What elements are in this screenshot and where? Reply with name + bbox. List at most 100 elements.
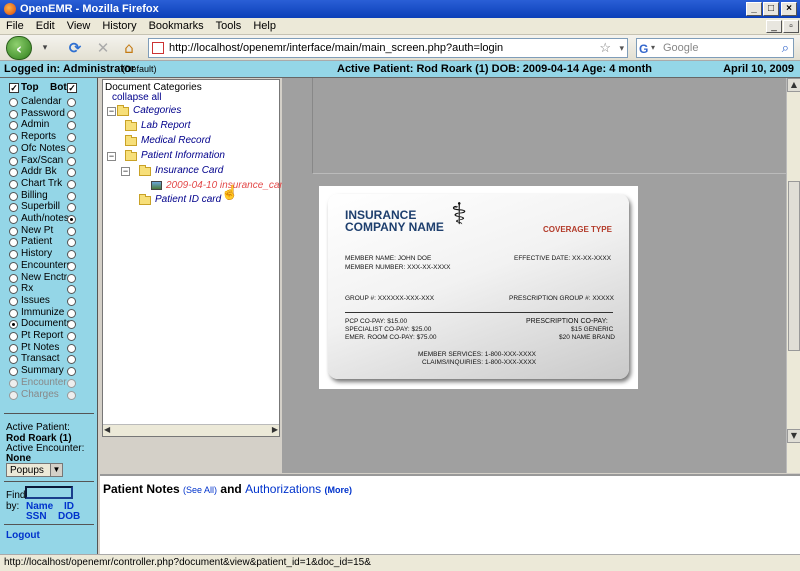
engine-dropdown-icon[interactable]: ▾ xyxy=(651,39,655,57)
home-button[interactable]: ⌂ xyxy=(118,37,140,59)
nav-top-radio[interactable] xyxy=(9,238,18,248)
nav-item-new-pt[interactable]: New Pt xyxy=(0,225,96,237)
nav-bot-radio[interactable] xyxy=(67,133,76,143)
maximize-button[interactable]: □ xyxy=(763,2,779,16)
nav-item-label[interactable]: Patient xyxy=(21,236,52,248)
nav-bot-radio[interactable] xyxy=(67,98,76,107)
menu-help[interactable]: Help xyxy=(247,18,282,35)
nav-item-issues[interactable]: Issues xyxy=(0,295,96,307)
nav-item-billing[interactable]: Billing xyxy=(0,190,96,202)
nav-bot-radio[interactable] xyxy=(67,179,76,189)
nav-bot-radio[interactable] xyxy=(67,168,76,178)
nav-bot-radio[interactable] xyxy=(67,215,76,224)
collapse-all-link[interactable]: collapse all xyxy=(112,92,161,103)
nav-item-label[interactable]: Documents xyxy=(21,318,72,330)
nav-item-label[interactable]: History xyxy=(21,248,52,260)
minimize-button[interactable]: _ xyxy=(746,2,762,16)
find-input[interactable] xyxy=(25,486,73,499)
nav-top-radio[interactable] xyxy=(9,203,18,213)
nav-bot-radio[interactable] xyxy=(67,332,76,341)
nav-item-label[interactable]: Reports xyxy=(21,131,56,143)
nav-item-documents[interactable]: Documents xyxy=(0,318,96,330)
search-input[interactable]: G ▾ Google ⌕ xyxy=(636,38,794,58)
nav-item-label[interactable]: Summary xyxy=(21,365,64,377)
nav-item-reports[interactable]: Reports xyxy=(0,131,96,143)
nav-top-radio[interactable] xyxy=(9,226,18,236)
nav-top-radio[interactable] xyxy=(9,320,18,330)
bot-checkbox[interactable]: ✓ xyxy=(67,83,77,93)
nav-item-label[interactable]: Chart Trk xyxy=(21,178,62,190)
nav-item-pt-report[interactable]: Pt Report xyxy=(0,330,96,342)
nav-item-superbill[interactable]: Superbill xyxy=(0,201,96,213)
scroll-right-icon[interactable]: ▶ xyxy=(272,425,278,434)
nav-item-new-enctr[interactable]: New Enctr xyxy=(0,272,96,284)
nav-item-label[interactable]: Issues xyxy=(21,295,50,307)
tree-node-medical-record[interactable]: Medical Record xyxy=(141,135,210,146)
find-by-ssn-link[interactable]: SSN xyxy=(26,511,47,522)
insurance-card-expander-icon[interactable]: − xyxy=(121,167,130,176)
nav-top-radio[interactable] xyxy=(9,168,18,178)
bookmark-star-icon[interactable]: ☆ xyxy=(599,39,611,57)
scroll-down-icon[interactable]: ▼ xyxy=(787,429,800,443)
nav-item-label[interactable]: Billing xyxy=(21,190,48,202)
nav-item-label[interactable]: Superbill xyxy=(21,201,60,213)
nav-top-radio[interactable] xyxy=(9,215,18,224)
close-window-button[interactable]: × xyxy=(781,2,797,16)
nav-item-auth-notes[interactable]: Auth/notes xyxy=(0,213,96,225)
search-icon[interactable]: ⌕ xyxy=(782,39,789,57)
nav-item-ofc-notes[interactable]: Ofc Notes xyxy=(0,143,96,155)
nav-item-chart-trk[interactable]: Chart Trk xyxy=(0,178,96,190)
patient-info-expander-icon[interactable]: − xyxy=(107,152,116,161)
nav-bot-radio[interactable] xyxy=(67,285,76,295)
nav-top-radio[interactable] xyxy=(9,332,18,341)
nav-item-pt-notes[interactable]: Pt Notes xyxy=(0,342,96,354)
scroll-up-icon[interactable]: ▲ xyxy=(787,78,800,92)
tab-minimize-icon[interactable]: _ xyxy=(766,20,782,33)
nav-top-radio[interactable] xyxy=(9,367,18,377)
nav-bot-radio[interactable] xyxy=(67,261,76,271)
scroll-left-icon[interactable]: ◀ xyxy=(104,425,110,434)
history-dropdown-icon[interactable]: ▾ xyxy=(34,37,56,59)
nav-top-radio[interactable] xyxy=(9,378,18,388)
tree-node-patient-id-card[interactable]: Patient ID card xyxy=(155,194,221,205)
nav-top-radio[interactable] xyxy=(9,98,18,107)
nav-bot-radio[interactable] xyxy=(67,343,76,353)
nav-item-label[interactable]: Pt Report xyxy=(21,330,63,342)
nav-item-label[interactable]: Admin xyxy=(21,119,49,131)
nav-bot-radio[interactable] xyxy=(67,308,76,318)
nav-top-radio[interactable] xyxy=(9,121,18,131)
reload-button[interactable]: ⟳ xyxy=(64,37,86,59)
nav-item-addr-bk[interactable]: Addr Bk xyxy=(0,166,96,178)
tree-node-lab-report[interactable]: Lab Report xyxy=(141,120,190,131)
nav-item-rx[interactable]: Rx xyxy=(0,283,96,295)
nav-item-patient[interactable]: Patient xyxy=(0,236,96,248)
nav-item-label[interactable]: New Pt xyxy=(21,225,53,237)
tree-node-patient-information[interactable]: Patient Information xyxy=(141,150,225,161)
nav-top-radio[interactable] xyxy=(9,273,18,283)
menu-bookmarks[interactable]: Bookmarks xyxy=(143,18,210,35)
nav-bot-radio[interactable] xyxy=(67,250,76,260)
nav-bot-radio[interactable] xyxy=(67,203,76,213)
nav-item-label[interactable]: Pt Notes xyxy=(21,342,59,354)
nav-item-immunize[interactable]: Immunize xyxy=(0,307,96,319)
nav-item-label[interactable]: Fax/Scan xyxy=(21,155,63,167)
nav-item-fax-scan[interactable]: Fax/Scan xyxy=(0,155,96,167)
nav-item-label[interactable]: New Enctr xyxy=(21,272,67,284)
nav-top-radio[interactable] xyxy=(9,133,18,143)
nav-top-radio[interactable] xyxy=(9,144,18,154)
menu-view[interactable]: View xyxy=(61,18,97,35)
nav-top-radio[interactable] xyxy=(9,285,18,295)
stop-button[interactable]: ✕ xyxy=(92,37,114,59)
nav-bot-radio[interactable] xyxy=(67,273,76,283)
nav-item-calendar[interactable]: Calendar xyxy=(0,96,96,108)
nav-item-label[interactable]: Password xyxy=(21,108,65,120)
nav-item-label[interactable]: Charges xyxy=(21,389,59,401)
nav-item-encounter[interactable]: Encounter xyxy=(0,377,96,389)
horizontal-scrollbar[interactable]: ◀ ▶ xyxy=(103,424,279,436)
nav-item-admin[interactable]: Admin xyxy=(0,119,96,131)
nav-top-radio[interactable] xyxy=(9,343,18,353)
nav-item-label[interactable]: Immunize xyxy=(21,307,64,319)
nav-top-radio[interactable] xyxy=(9,109,18,119)
nav-item-label[interactable]: Auth/notes xyxy=(21,213,69,225)
nav-item-label[interactable]: Rx xyxy=(21,283,33,295)
